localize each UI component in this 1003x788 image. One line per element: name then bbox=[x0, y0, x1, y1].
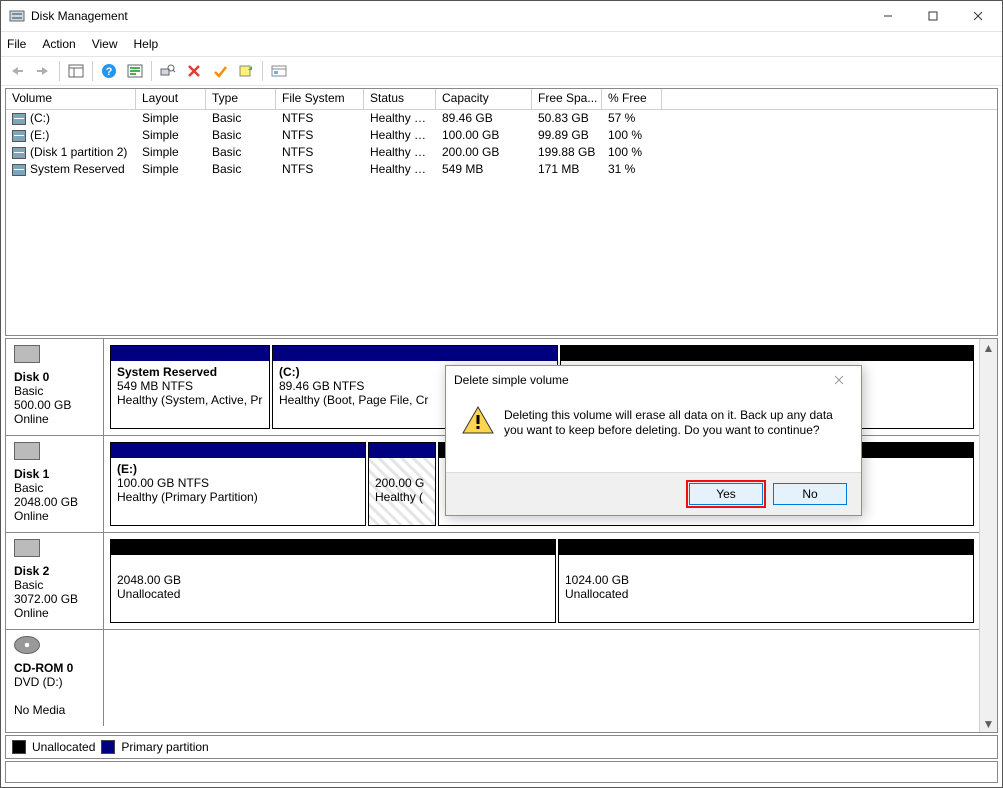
minimize-button[interactable] bbox=[865, 2, 910, 31]
partition-bar-unallocated bbox=[111, 540, 555, 555]
help-button[interactable]: ? bbox=[97, 59, 121, 83]
legend-unallocated-swatch bbox=[12, 740, 26, 754]
volume-icon bbox=[12, 164, 26, 176]
col-fs[interactable]: File System bbox=[276, 89, 364, 109]
svg-text:?: ? bbox=[106, 66, 113, 78]
action-button[interactable] bbox=[234, 59, 258, 83]
volume-row[interactable]: (E:) SimpleBasicNTFSHealthy (P...100.00 … bbox=[6, 127, 997, 144]
disk-info[interactable]: Disk 1 Basic 2048.00 GB Online bbox=[6, 436, 104, 532]
volume-row[interactable]: (Disk 1 partition 2) SimpleBasicNTFSHeal… bbox=[6, 144, 997, 161]
toolbar: ? bbox=[1, 56, 1002, 86]
partition[interactable]: (E:)100.00 GB NTFSHealthy (Primary Parti… bbox=[110, 442, 366, 526]
volume-list: Volume Layout Type File System Status Ca… bbox=[5, 88, 998, 336]
disk-info[interactable]: CD-ROM 0 DVD (D:) No Media bbox=[6, 630, 104, 726]
col-layout[interactable]: Layout bbox=[136, 89, 206, 109]
warning-icon bbox=[462, 406, 494, 434]
disk-row: Disk 2 Basic 3072.00 GB Online 2048.00 G… bbox=[6, 533, 980, 630]
legend: Unallocated Primary partition bbox=[5, 735, 998, 759]
cdrom-icon bbox=[14, 636, 40, 654]
volume-row[interactable]: (C:) SimpleBasicNTFSHealthy (B...89.46 G… bbox=[6, 110, 997, 127]
partition-bar-unallocated bbox=[561, 346, 973, 361]
partition-bar-primary bbox=[369, 443, 435, 458]
disk-icon bbox=[14, 345, 40, 363]
dialog-close-button[interactable] bbox=[825, 370, 853, 390]
show-hide-button[interactable] bbox=[64, 59, 88, 83]
scroll-up-icon[interactable]: ▲ bbox=[983, 339, 995, 356]
menu-view[interactable]: View bbox=[92, 37, 118, 51]
col-status[interactable]: Status bbox=[364, 89, 436, 109]
legend-primary-swatch bbox=[101, 740, 115, 754]
dialog-text: Deleting this volume will erase all data… bbox=[504, 402, 849, 438]
legend-primary-label: Primary partition bbox=[121, 740, 208, 754]
volume-icon bbox=[12, 130, 26, 142]
partition-bar-primary bbox=[273, 346, 557, 361]
disk-icon bbox=[14, 539, 40, 557]
partition-unallocated[interactable]: 1024.00 GBUnallocated bbox=[558, 539, 974, 623]
col-type[interactable]: Type bbox=[206, 89, 276, 109]
yes-button[interactable]: Yes bbox=[689, 483, 763, 505]
partition-bar-primary bbox=[111, 346, 269, 361]
col-pct[interactable]: % Free bbox=[602, 89, 662, 109]
properties-button[interactable] bbox=[267, 59, 291, 83]
disk-name: Disk 2 bbox=[14, 564, 49, 578]
maximize-button[interactable] bbox=[910, 2, 955, 31]
disk-management-window: Disk Management File Action View Help ? … bbox=[0, 0, 1003, 788]
partition-bar-primary bbox=[111, 443, 365, 458]
partition-unallocated[interactable]: 2048.00 GBUnallocated bbox=[110, 539, 556, 623]
disk-icon bbox=[14, 442, 40, 460]
volume-icon bbox=[12, 147, 26, 159]
close-button[interactable] bbox=[955, 2, 1000, 31]
disk-name: Disk 1 bbox=[14, 467, 49, 481]
disk-name: Disk 0 bbox=[14, 370, 49, 384]
partition-bar-unallocated bbox=[559, 540, 973, 555]
partition-selected[interactable]: 200.00 GHealthy ( bbox=[368, 442, 436, 526]
delete-volume-dialog: Delete simple volume Deleting this volum… bbox=[445, 365, 862, 516]
menu-action[interactable]: Action bbox=[42, 37, 75, 51]
menu-file[interactable]: File bbox=[7, 37, 26, 51]
col-volume[interactable]: Volume bbox=[6, 89, 136, 109]
no-button[interactable]: No bbox=[773, 483, 847, 505]
volume-row[interactable]: System Reserved SimpleBasicNTFSHealthy (… bbox=[6, 161, 997, 178]
volume-icon bbox=[12, 113, 26, 125]
disk-info[interactable]: Disk 2 Basic 3072.00 GB Online bbox=[6, 533, 104, 629]
disk-management-icon bbox=[9, 8, 25, 24]
disk-info[interactable]: Disk 0 Basic 500.00 GB Online bbox=[6, 339, 104, 435]
disk-row: CD-ROM 0 DVD (D:) No Media bbox=[6, 630, 980, 726]
delete-button[interactable] bbox=[182, 59, 206, 83]
refresh-button[interactable] bbox=[123, 59, 147, 83]
dialog-titlebar: Delete simple volume bbox=[446, 366, 861, 394]
back-button[interactable] bbox=[5, 59, 29, 83]
volume-list-header: Volume Layout Type File System Status Ca… bbox=[6, 89, 997, 110]
disk-name: CD-ROM 0 bbox=[14, 661, 73, 675]
menubar: File Action View Help bbox=[1, 32, 1002, 56]
titlebar: Disk Management bbox=[1, 1, 1002, 32]
apply-button[interactable] bbox=[208, 59, 232, 83]
dialog-title: Delete simple volume bbox=[454, 373, 569, 387]
status-bar bbox=[5, 761, 998, 783]
legend-unallocated-label: Unallocated bbox=[32, 740, 95, 754]
scroll-down-icon[interactable]: ▼ bbox=[983, 715, 995, 732]
scrollbar[interactable]: ▲ ▼ bbox=[979, 339, 997, 732]
col-capacity[interactable]: Capacity bbox=[436, 89, 532, 109]
col-free[interactable]: Free Spa... bbox=[532, 89, 602, 109]
window-title: Disk Management bbox=[31, 9, 128, 23]
partition[interactable]: System Reserved549 MB NTFSHealthy (Syste… bbox=[110, 345, 270, 429]
forward-button[interactable] bbox=[31, 59, 55, 83]
settings-button[interactable] bbox=[156, 59, 180, 83]
menu-help[interactable]: Help bbox=[134, 37, 159, 51]
